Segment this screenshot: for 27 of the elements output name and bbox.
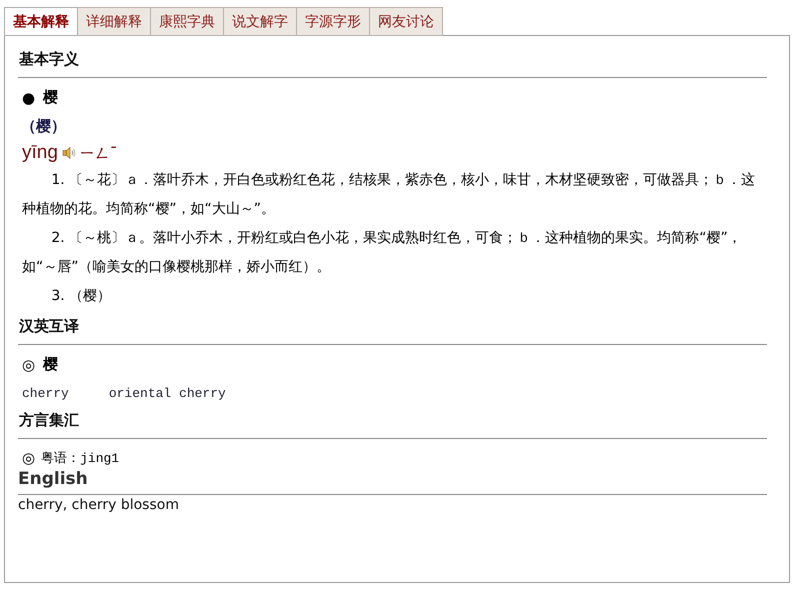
tab[interactable]: 详细解释: [78, 7, 151, 36]
tab[interactable]: 说文解字: [224, 7, 297, 36]
section-heading: 基本字义: [18, 49, 80, 69]
section-heading: 方言集汇: [18, 410, 80, 430]
tab[interactable]: 字源字形: [297, 7, 370, 36]
pinyin: yīng: [22, 142, 58, 164]
bullet-icon: ●: [22, 88, 36, 106]
english-definition: cherry, cherry blossom: [18, 497, 180, 513]
speaker-icon[interactable]: [62, 146, 76, 160]
tab[interactable]: 基本解释: [4, 7, 78, 36]
headword: 樱: [43, 355, 58, 374]
dialect-label: 粤语：: [41, 450, 80, 467]
definition-text: 1. 〔～花〕ａ．落叶乔木，开白色或粉红色花，结核果，紫赤色，核小，味甘，木材坚硬致密，可做器具；ｂ．这种植物的花。均简称“樱”，如“大山～”。: [21, 171, 756, 219]
tab[interactable]: 网友讨论: [370, 7, 443, 36]
bullet-icon: ◎: [22, 449, 36, 467]
tab[interactable]: 康熙字典: [151, 7, 224, 36]
translation-word: oriental cherry: [108, 386, 226, 401]
bullet-icon: ◎: [22, 356, 36, 374]
zhuyin: ㄧㄥˉ: [80, 144, 118, 162]
translation-word: cherry: [22, 386, 69, 401]
variant-character: （樱）: [20, 116, 67, 137]
definition-text: 3. （樱）: [50, 287, 112, 306]
headword: 樱: [43, 88, 58, 107]
definition-text: 2. 〔～桃〕ａ。落叶小乔木，开粉红或白色小花，果实成熟时红色，可食；ｂ．这种植物的果实。均简称“樱”，如“～唇”（喻美女的口像樱桃那样，娇小而红）。: [21, 229, 743, 277]
section-heading: English: [18, 469, 89, 489]
section-heading: 汉英互译: [18, 316, 80, 336]
dialect-reading: jing1: [80, 450, 120, 466]
